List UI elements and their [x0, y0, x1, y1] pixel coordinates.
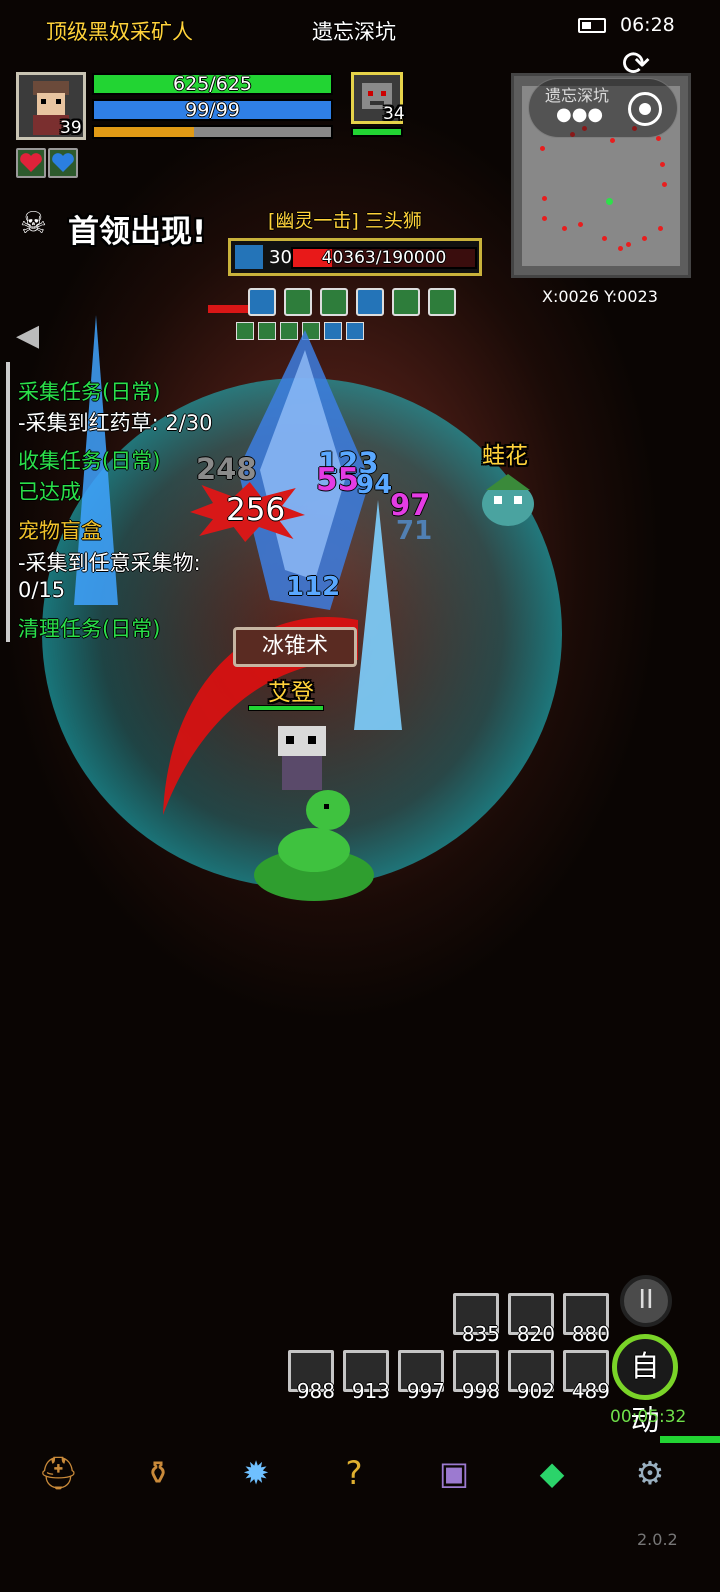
ally-hp-bar [248, 705, 324, 711]
potion-count: 489 [571, 1379, 610, 1403]
frog-name-label: 蛙花 [482, 443, 528, 469]
damage-number: 55 [316, 462, 360, 498]
quest-line[interactable]: 宠物盲盒 [18, 515, 102, 545]
player-sprite [278, 726, 326, 790]
boss-hp-bar: 40363/190000 [291, 247, 477, 269]
helmet-icon[interactable]: ⛑ [38, 1453, 79, 1493]
auto-battle-button[interactable]: 自动 [612, 1334, 678, 1437]
boss-title: [幽灵一击] 三头狮 [268, 210, 422, 232]
boss-skill-icon-6 [428, 288, 456, 316]
potion-count: 997 [406, 1379, 445, 1403]
collapse-arrow-icon[interactable]: ◀ [16, 318, 39, 353]
player-xp-fill [94, 127, 194, 137]
quest-line[interactable]: -采集到红药草: 2/30 [18, 407, 213, 437]
quest-line[interactable]: 采集任务(日常) [18, 376, 160, 406]
boss-skill-icon-3 [320, 288, 348, 316]
pet-hp-bar [351, 127, 403, 137]
potion-count: 835 [461, 1322, 500, 1346]
refresh-icon[interactable]: ⟳ [612, 44, 660, 84]
pet-level: 34 [383, 104, 405, 124]
quest-line[interactable]: 清理任务(日常) [18, 613, 160, 643]
boss-skill-icon-5 [392, 288, 420, 316]
quest-icon[interactable]: ? [334, 1453, 374, 1493]
record-icon[interactable] [628, 92, 662, 126]
minimap-enemy-dot [642, 236, 647, 241]
bag-icon[interactable]: ⚱ [138, 1453, 178, 1493]
boss-skull-icon: ☠ [20, 206, 47, 241]
gem-icon[interactable]: ◆ [532, 1453, 572, 1493]
minimap-enemy-dot [562, 226, 567, 231]
damage-number: 94 [356, 470, 393, 500]
minimap-enemy-dot [610, 138, 615, 143]
minimap-player-dot [606, 198, 613, 205]
minimap-coords: X:0026 Y:0023 [542, 287, 658, 306]
damage-number: 71 [396, 516, 433, 546]
battle-timer: 00:05:32 [610, 1407, 687, 1427]
potion-count: 988 [296, 1379, 335, 1403]
potion-count: 820 [516, 1322, 555, 1346]
minimap-enemy-dot [626, 242, 631, 247]
boss-hp-text: 40363/190000 [321, 248, 447, 268]
player-mp-text: 99/99 [185, 99, 240, 121]
gear-icon[interactable]: ⚙ [630, 1453, 670, 1493]
player-xp-bar [92, 125, 333, 139]
minimap-enemy-dot [602, 236, 607, 241]
player-hp-text: 625/625 [173, 73, 252, 95]
ally-name-label: 艾登 [268, 680, 314, 706]
pause-button[interactable]: II [620, 1275, 672, 1327]
quest-panel[interactable]: 采集任务(日常) -采集到红药草: 2/30 收集任务(日常) 已达成 宠物盲盒… [6, 362, 256, 642]
quest-line[interactable]: 收集任务(日常) [18, 445, 160, 475]
minimap-enemy-dot [656, 136, 661, 141]
minimap-enemy-dot [658, 226, 663, 231]
quest-line[interactable]: 0/15 [18, 578, 65, 602]
pet-hp-fill [353, 129, 401, 135]
minimap-label: 遗忘深坑 [545, 86, 610, 105]
minimap-enemy-dot [542, 216, 547, 221]
player-name: 顶级黑奴采矿人 [46, 20, 193, 44]
clock: 06:28 [620, 14, 675, 36]
frog-pet-sprite[interactable] [478, 470, 538, 530]
minimap-enemy-dot [660, 162, 665, 167]
player-level: 39 [60, 118, 82, 138]
battery-icon [578, 18, 606, 33]
minimap-enemy-dot [542, 196, 547, 201]
hp-buff-icon[interactable] [16, 148, 46, 178]
mp-buff-icon[interactable] [48, 148, 78, 178]
player-mp-bar: 99/99 [92, 99, 333, 121]
potion-count: 902 [516, 1379, 555, 1403]
minimap-enemy-dot [662, 182, 667, 187]
potion-count: 880 [571, 1322, 610, 1346]
boss-frame[interactable]: 30 40363/190000 [228, 238, 482, 276]
player-hp-bar: 625/625 [92, 73, 333, 95]
boss-announcement: 首领出现! [68, 214, 207, 250]
damage-number: 112 [286, 572, 341, 602]
monitor-icon[interactable]: ▣ [434, 1453, 474, 1493]
boss-skill-icon-2 [284, 288, 312, 316]
timer-progress-bar [660, 1436, 720, 1443]
quest-line[interactable]: 已达成 [18, 476, 81, 506]
minimap-enemy-dot [540, 146, 545, 151]
boss-level: 30 [269, 247, 292, 268]
potion-count: 913 [351, 1379, 390, 1403]
more-options-icon[interactable]: ●●● [556, 104, 603, 125]
minimap-enemy-dot [578, 222, 583, 227]
boss-skill-icon-4 [356, 288, 384, 316]
quest-line[interactable]: -采集到任意采集物: [18, 547, 201, 577]
boss-skill-icon-1 [248, 288, 276, 316]
potion-count: 998 [461, 1379, 500, 1403]
minimap-enemy-dot [618, 246, 623, 251]
crystal-icon[interactable]: ✹ [236, 1453, 276, 1493]
map-name: 遗忘深坑 [312, 20, 396, 44]
boss-small-hp-bar [208, 305, 248, 313]
boss-avatar-icon [235, 245, 263, 269]
version-label: 2.0.2 [637, 1530, 678, 1549]
